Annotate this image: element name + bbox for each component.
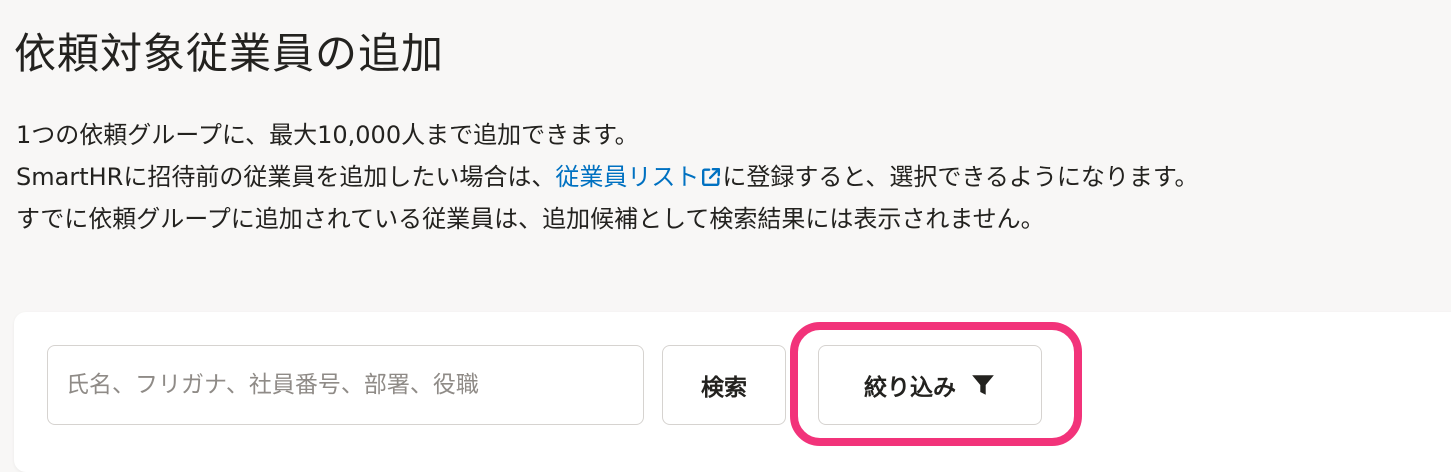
- description-line-2-suffix: に登録すると、選択できるようになります。: [722, 163, 1199, 191]
- description-line-2: SmartHRに招待前の従業員を追加したい場合は、従業員リスト に登録すると、選択…: [16, 156, 1199, 198]
- search-button-label: 検索: [701, 375, 747, 401]
- description: 1つの依頼グループに、最大10,000人まで追加できます。 SmartHRに招待…: [16, 114, 1199, 240]
- filter-button-label: 絞り込み: [864, 375, 956, 401]
- search-button[interactable]: 検索: [662, 345, 786, 425]
- description-line-2-prefix: SmartHRに招待前の従業員を追加したい場合は、: [16, 163, 556, 191]
- page-title: 依頼対象従業員の追加: [14, 29, 445, 78]
- employee-list-link[interactable]: 従業員リスト: [555, 163, 722, 191]
- filter-funnel-icon: [972, 375, 994, 395]
- external-link-icon: [702, 168, 721, 186]
- employee-list-link-label: 従業員リスト: [555, 163, 700, 191]
- description-line-1: 1つの依頼グループに、最大10,000人まで追加できます。: [16, 121, 639, 149]
- description-line-3: すでに依頼グループに追加されている従業員は、追加候補として検索結果には表示されま…: [16, 205, 1045, 233]
- search-input[interactable]: [47, 345, 644, 425]
- filter-button[interactable]: 絞り込み: [818, 345, 1042, 425]
